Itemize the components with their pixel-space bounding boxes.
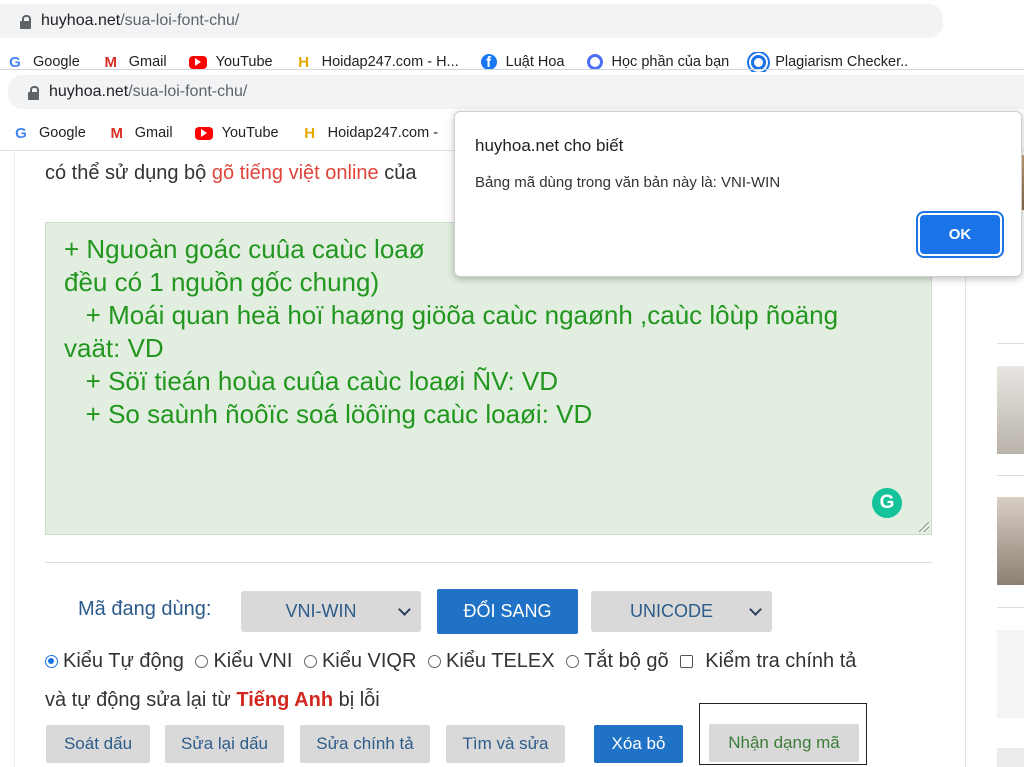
clear-button[interactable]: Xóa bỏ [594,725,683,763]
radio-vni[interactable] [195,654,209,668]
ok-button[interactable]: OK [920,215,1000,254]
divider [45,562,932,563]
option-vni[interactable]: Kiểu VNI [195,642,292,680]
sidebar-separator [997,343,1024,344]
sidebar-separator [997,607,1024,608]
spellcheck-button[interactable]: Sửa chính tả [300,725,430,763]
gmail-icon: M [110,124,124,142]
radio-viqr[interactable] [303,654,317,668]
chevron-down-icon [749,603,762,616]
bookmark-hoc-phan[interactable]: Học phần của bạn [586,54,729,70]
url-domain: huyhoa.net [41,12,121,29]
option-spellcheck[interactable]: Kiểm tra chính tả [680,642,856,680]
dialog-title: huyhoa.net cho biết [475,136,624,155]
sidebar-separator [997,475,1024,476]
resize-handle-icon[interactable] [919,522,929,532]
address-bar[interactable]: huyhoa.net/sua-loi-font-chu/ [8,75,1024,109]
lock-icon [28,85,39,100]
facebook-icon: f [480,54,497,71]
target-encoding-select[interactable]: UNICODE [591,591,772,632]
convert-button[interactable]: ĐỔI SANG [437,589,578,634]
hoidap-icon: H [304,124,316,142]
source-encoding-select[interactable]: VNI-WIN [241,591,421,632]
bookmark-hoidap[interactable]: H Hoidap247.com - H... [295,53,458,71]
youtube-icon [194,126,213,140]
encoding-label: Mã đang dùng: [78,598,212,620]
hoidap-icon: H [298,53,310,71]
ring-icon [586,54,603,70]
spellcheck-checkbox[interactable] [680,654,694,668]
sidebar-thumbnail[interactable] [997,497,1024,585]
bookmark-hoidap[interactable]: H Hoidap247.com - [301,124,438,142]
grammarly-icon[interactable]: G [872,488,902,518]
gmail-icon: M [104,53,118,71]
intro-text: có thể sử dụng bộ gõ tiếng việt online c… [45,162,417,184]
sidebar-thumbnail[interactable] [997,630,1024,718]
bookmark-youtube[interactable]: YouTube [194,125,279,141]
url-path: /sua-loi-font-chu/ [120,12,240,29]
window-divider [0,69,1024,70]
target-icon [751,54,767,70]
radio-telex[interactable] [428,654,441,668]
url-domain: huyhoa.net [49,83,129,100]
bookmark-plagiarism[interactable]: Plagiarism Checker.. [751,54,908,70]
bookmark-gmail[interactable]: M Gmail [102,53,167,71]
option-auto[interactable]: Kiểu Tự động [45,642,184,680]
lock-icon [20,14,31,29]
fix-accent-button[interactable]: Sửa lại dấu [165,725,284,763]
bookmark-luat-hoa[interactable]: f Luật Hoa [480,54,565,71]
bookmark-google[interactable]: G Google [12,124,86,142]
google-icon: G [15,124,27,142]
check-accent-button[interactable]: Soát dấu [46,725,150,763]
alert-dialog: huyhoa.net cho biết Bảng mã dùng trong v… [454,111,1022,277]
radio-off[interactable] [566,654,580,668]
find-replace-button[interactable]: Tìm và sửa [446,725,565,763]
sidebar-thumbnail[interactable] [997,748,1024,767]
online-typing-link[interactable]: gõ tiếng việt online [212,162,379,184]
highlight-frame [699,703,867,765]
bookmark-youtube[interactable]: YouTube [188,54,273,70]
dialog-message: Bảng mã dùng trong văn bản này là: VNI-W… [475,174,781,191]
address-bar-back[interactable]: huyhoa.net/sua-loi-font-chu/ [0,4,943,38]
sidebar-thumbnail[interactable] [997,366,1024,454]
option-off[interactable]: Tắt bộ gõ [566,642,669,680]
bookmarks-bar: G Google M Gmail YouTube H Hoidap247.com - [0,123,472,143]
chevron-down-icon [398,603,411,616]
option-telex[interactable]: Kiểu TELEX [428,642,555,680]
youtube-icon [188,55,207,69]
bookmark-google[interactable]: G Google [6,53,80,71]
content-left-border [14,151,15,767]
google-icon: G [9,53,21,71]
radio-auto[interactable] [45,654,58,668]
bookmark-gmail[interactable]: M Gmail [108,124,173,142]
option-viqr[interactable]: Kiểu VIQR [303,642,416,680]
url-path: /sua-loi-font-chu/ [128,83,248,100]
